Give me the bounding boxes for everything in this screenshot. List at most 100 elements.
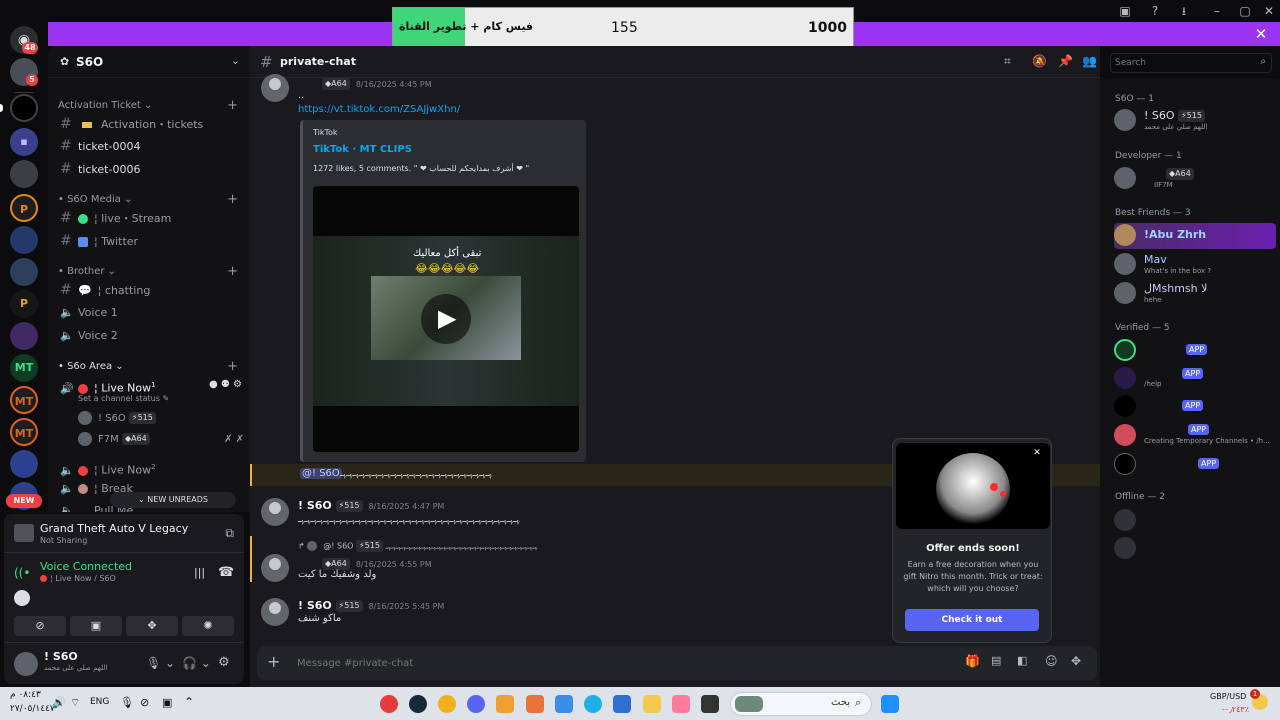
volume-icon[interactable]: 🔊 (52, 696, 66, 709)
category-s6o-media[interactable]: • S6O Media ⌄ (58, 194, 132, 205)
channel-actions[interactable]: ● ⚉ ⚙ (209, 375, 242, 395)
headphones-icon[interactable]: 🎧 ⌄ (182, 656, 211, 670)
channel-ticket-0004[interactable]: # ticket-0004 (60, 136, 242, 156)
member-list-icon[interactable]: 👥 (1082, 54, 1097, 68)
message-avatar[interactable] (261, 598, 289, 626)
member-bot-5[interactable]: APP (1114, 452, 1276, 478)
server-icon-blue[interactable] (10, 258, 38, 286)
app-icon-dark[interactable] (701, 695, 719, 713)
banner-close-icon[interactable]: ✕ (1252, 25, 1270, 43)
member-offline-2[interactable] (1114, 536, 1276, 562)
share-screen-icon[interactable]: ⧉ (225, 526, 234, 541)
tray-icon-2[interactable]: ▣ (162, 696, 172, 709)
voice-user-f7m[interactable]: F7M ◆A64 ✗ ✗ (78, 431, 244, 449)
clock-time[interactable]: ٠٨:٤٣ م (10, 690, 41, 700)
category-s6o-area[interactable]: • S6o Area ⌄ (58, 361, 124, 372)
member-s6o[interactable]: ! S6O ⚡515 اللهم صلي على محمد (1114, 108, 1276, 134)
voice-channel-live-now[interactable]: 🔊 ¦ Live Now1 ● ⚉ ⚙ (60, 375, 242, 395)
search-input[interactable] (1115, 56, 1251, 70)
app-icon-orange[interactable] (496, 695, 514, 713)
user-mention[interactable]: @! S6O (300, 468, 342, 479)
message-avatar[interactable] (261, 498, 289, 526)
store-icon[interactable] (613, 695, 631, 713)
message-avatar[interactable] (261, 554, 289, 582)
server-icon-mt-orange-2[interactable]: MT (10, 418, 38, 446)
category-activation[interactable]: Activation Ticket ⌄ (58, 100, 152, 111)
camera-off-button[interactable]: ⊘ (14, 616, 66, 636)
message-avatar[interactable] (261, 74, 289, 102)
server-icon-seal-2[interactable] (10, 450, 38, 478)
search-box[interactable]: ⌕ (1110, 53, 1272, 73)
server-icon-p2[interactable]: P (10, 290, 38, 318)
server-icon-seal[interactable] (10, 226, 38, 254)
chevron-up-icon[interactable]: ⌃ (184, 695, 194, 709)
gift-icon[interactable]: 🎁 (965, 654, 980, 668)
emoji-icon[interactable]: ☺ (1045, 654, 1058, 668)
close-window-icon[interactable]: ✕ (1260, 3, 1278, 19)
voice-channel-path[interactable]: ¦ Live Now / S6O (40, 574, 116, 583)
activities-button[interactable]: ✥ (126, 616, 178, 636)
soundboard-icon[interactable] (14, 590, 30, 606)
server-icon-dark[interactable] (10, 94, 38, 122)
invite-icon[interactable]: ⚉ (221, 379, 230, 390)
popup-close-icon[interactable]: ✕ (1029, 445, 1045, 461)
member-offline-1[interactable] (1114, 508, 1276, 534)
message-input[interactable] (297, 654, 897, 672)
chat-icon[interactable]: ● (209, 379, 218, 390)
share-screen-button[interactable]: ▣ (70, 616, 122, 636)
member-bot-1[interactable]: APP (1114, 338, 1276, 364)
new-servers-badge[interactable]: NEW (6, 494, 42, 508)
edge-icon[interactable] (584, 695, 602, 713)
maximize-icon[interactable]: ▢ (1236, 3, 1254, 19)
app-icon-blue[interactable] (555, 695, 573, 713)
channel-status-prompt[interactable]: Set a channel status ✎ (78, 394, 169, 403)
app-icon-a[interactable] (526, 695, 544, 713)
server-icon-mt-green[interactable]: MT (10, 354, 38, 382)
help-icon[interactable]: ? (1146, 3, 1164, 19)
pin-icon[interactable]: 📌 (1058, 54, 1073, 68)
tiktok-link[interactable]: https://vt.tiktok.com/ZSAJjwXhn/ (298, 104, 460, 115)
server-icon-purple[interactable] (10, 322, 38, 350)
member-mav[interactable]: Mav What's in the box ? (1114, 252, 1276, 278)
add-channel-icon[interactable]: + (227, 192, 238, 207)
taskbar-search[interactable]: بحث ⌕ (730, 692, 872, 716)
keyboard-language[interactable]: ENG (90, 697, 109, 707)
threads-icon[interactable]: ⌗ (1004, 54, 1011, 69)
steam-icon[interactable] (409, 695, 427, 713)
channel-voice-2[interactable]: 🔈 Voice 2 (60, 326, 242, 346)
user-settings-gear-icon[interactable]: ⚙ (218, 655, 230, 670)
add-channel-icon[interactable]: + (227, 264, 238, 279)
channel-chatting[interactable]: # 💬 ¦ chatting (60, 280, 242, 300)
server-header[interactable]: ✿ S6O ⌄ (48, 46, 250, 78)
attach-plus-icon[interactable]: + (267, 652, 280, 671)
add-channel-icon[interactable]: + (227, 98, 238, 113)
category-brother[interactable]: • Brother ⌄ (58, 266, 116, 277)
mic-tray-icon[interactable]: 🎙 (120, 696, 134, 709)
windows-start-icon[interactable] (881, 695, 899, 713)
server-icon-p[interactable]: P (10, 194, 38, 222)
member-abu-zhrh[interactable]: !Abu Zhrh (1114, 223, 1276, 249)
soundboard-button[interactable]: ✺ (182, 616, 234, 636)
new-unreads-pill[interactable]: ⌄ NEW UNREADS (110, 492, 236, 508)
member-bot-2[interactable]: APP /help (1114, 366, 1276, 392)
gif-icon[interactable]: ▤ (991, 654, 1001, 667)
fx-pair[interactable]: GBP/USD (1210, 692, 1246, 701)
member-bot-4[interactable]: APP Creating Temporary Channels • /h... (1114, 423, 1280, 449)
noise-suppression-icon[interactable]: ||| (194, 566, 205, 579)
message-author[interactable]: ! S6O (298, 499, 332, 512)
play-button[interactable]: ▶ (421, 294, 471, 344)
member-mshmsh[interactable]: لMshmsh لا hehe (1114, 281, 1276, 307)
channel-twitter[interactable]: # ¦ Twitter (60, 231, 242, 251)
channel-live-stream[interactable]: # ¦ live・Stream (60, 208, 242, 228)
inbox-icon[interactable]: ▣ (1116, 3, 1134, 19)
wifi-icon[interactable]: ⌔ (70, 696, 80, 710)
sticker-icon[interactable]: ◧ (1017, 654, 1027, 667)
embed-title-link[interactable]: TikTok · MT CLIPS (313, 144, 412, 155)
app-icon-red[interactable] (380, 695, 398, 713)
channel-activation-tickets[interactable]: # Activation・tickets (60, 114, 242, 134)
tray-icon[interactable]: ⊘ (140, 696, 149, 709)
add-channel-icon[interactable]: + (227, 359, 238, 374)
channel-ticket-0006[interactable]: # ticket-0006 (60, 159, 242, 179)
self-avatar[interactable] (14, 652, 38, 676)
voice-user-s6o[interactable]: ! S6O ⚡515 (78, 410, 156, 428)
